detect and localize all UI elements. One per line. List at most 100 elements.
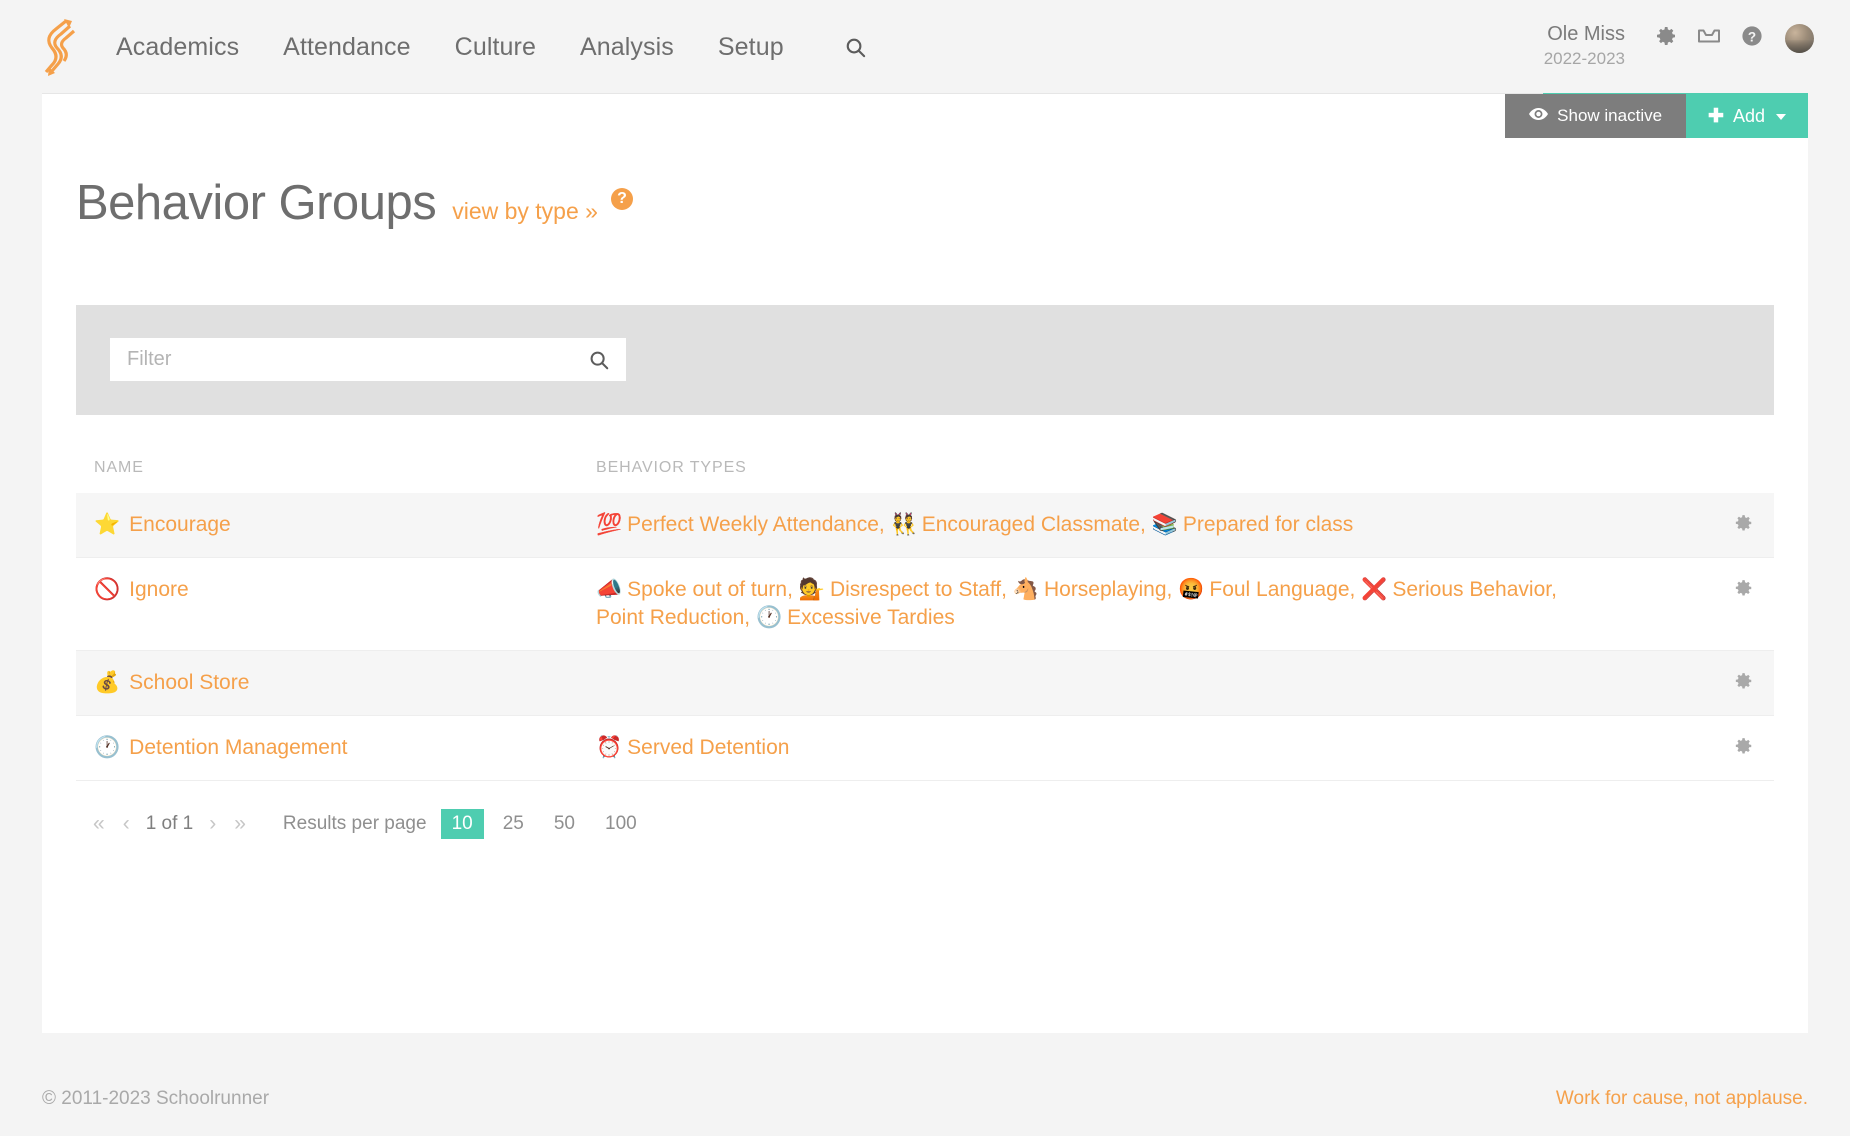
app-root: Academics Attendance Culture Analysis Se… (0, 0, 1850, 1136)
plus-icon: ✚ (1708, 105, 1724, 128)
page-title: Behavior Groups (76, 179, 436, 228)
nav-link-academics[interactable]: Academics (116, 33, 261, 62)
pagination: « ‹ 1 of 1 › » Results per page 10 25 50 10… (76, 781, 1774, 839)
list-separator: , (1551, 578, 1557, 601)
results-per-page-option[interactable]: 10 (441, 809, 484, 839)
group-emoji-icon: ⭐ (94, 511, 120, 539)
behavior-type-label: Prepared for class (1183, 513, 1353, 536)
gear-icon[interactable] (1732, 735, 1754, 757)
list-separator: , (1001, 578, 1013, 601)
behavior-type-label: Foul Language (1209, 578, 1349, 601)
nav-right-cluster: Ole Miss 2022-2023 ? (1544, 16, 1814, 70)
school-name: Ole Miss (1544, 22, 1625, 46)
eye-icon (1529, 106, 1548, 126)
table-row: 🚫 Ignore 📣Spoke out of turn, 💁Disrespect t… (76, 558, 1774, 650)
top-navigation-bar: Academics Attendance Culture Analysis Se… (0, 0, 1850, 93)
copyright-text: © 2011-2023 Schoolrunner (42, 1088, 269, 1110)
list-separator: , (1350, 578, 1362, 601)
filter-bar (76, 305, 1774, 415)
list-separator: , (787, 578, 799, 601)
table-row: 💰 School Store (76, 651, 1774, 715)
search-icon[interactable] (844, 36, 867, 59)
pagination-last[interactable]: » (225, 813, 255, 834)
gear-icon[interactable] (1732, 577, 1754, 599)
gear-icon[interactable] (1732, 670, 1754, 692)
add-button[interactable]: ✚ Add (1686, 94, 1808, 138)
cell-group-name: 💰 School Store (76, 669, 596, 697)
group-emoji-icon: 💰 (94, 669, 120, 697)
behavior-type-emoji-icon: 🐴 (1013, 578, 1039, 601)
behavior-type-link[interactable]: 💯Perfect Weekly Attendance (596, 513, 879, 536)
gear-icon[interactable] (1654, 24, 1678, 48)
results-per-page-label: Results per page (283, 813, 427, 835)
behavior-groups-table: NAME BEHAVIOR TYPES ⭐Encourage💯Perfect W… (76, 415, 1774, 780)
nav-link-setup[interactable]: Setup (696, 33, 806, 62)
results-per-page-option[interactable]: 100 (594, 809, 648, 839)
search-icon[interactable] (588, 349, 610, 371)
table-row: 🕐 Detention Management ⏰Served Detention (76, 716, 1774, 780)
behavior-type-emoji-icon: 🕐 (756, 606, 782, 629)
behavior-type-emoji-icon: 📣 (596, 578, 622, 601)
pagination-prev[interactable]: ‹ (114, 813, 139, 834)
pagination-status: 1 of 1 (139, 813, 201, 835)
group-name-link[interactable]: Ignore (129, 576, 189, 604)
group-name-link[interactable]: School Store (129, 669, 249, 697)
behavior-type-label: Encouraged Classmate (922, 513, 1140, 536)
behavior-type-label: Horseplaying (1044, 578, 1167, 601)
pagination-next[interactable]: › (200, 813, 225, 834)
page-footer: © 2011-2023 Schoolrunner Work for cause,… (0, 1033, 1850, 1129)
behavior-type-link[interactable]: ❌Serious Behavior (1361, 578, 1551, 601)
list-separator: , (1167, 578, 1179, 601)
cell-behavior-types: ⏰Served Detention (596, 734, 1774, 762)
behavior-type-link[interactable]: ⏰Served Detention (596, 736, 789, 759)
behavior-type-link[interactable]: 🕐Excessive Tardies (756, 606, 955, 629)
content-panel: Show inactive ✚ Add Behavior Groups view… (42, 93, 1808, 1033)
behavior-type-link[interactable]: 📚Prepared for class (1152, 513, 1354, 536)
nav-link-culture[interactable]: Culture (433, 33, 558, 62)
behavior-type-emoji-icon: 💁 (799, 578, 825, 601)
behavior-type-label: Spoke out of turn (627, 578, 787, 601)
behavior-type-link[interactable]: Point Reduction (596, 606, 744, 629)
view-by-type-link[interactable]: view by type » (452, 198, 598, 225)
nav-link-analysis[interactable]: Analysis (558, 33, 696, 62)
behavior-type-link[interactable]: 💁Disrespect to Staff (799, 578, 1001, 601)
behavior-type-label: Perfect Weekly Attendance (627, 513, 879, 536)
tagline-text: Work for cause, not applause. (1556, 1088, 1808, 1110)
list-separator: , (879, 513, 891, 536)
behavior-type-link[interactable]: 🤬Foul Language (1178, 578, 1349, 601)
results-per-page-option[interactable]: 50 (543, 809, 586, 839)
show-inactive-button[interactable]: Show inactive (1505, 94, 1686, 138)
results-per-page-option[interactable]: 25 (492, 809, 535, 839)
gear-icon[interactable] (1732, 512, 1754, 534)
behavior-type-label: Serious Behavior (1392, 578, 1551, 601)
inbox-icon[interactable] (1696, 24, 1722, 48)
pagination-first[interactable]: « (84, 813, 114, 834)
behavior-type-label: Disrespect to Staff (830, 578, 1001, 601)
behavior-type-link[interactable]: 🐴Horseplaying (1013, 578, 1167, 601)
help-icon[interactable]: ? (1740, 24, 1764, 48)
behavior-type-link[interactable]: 👯Encouraged Classmate (891, 513, 1140, 536)
group-name-link[interactable]: Encourage (129, 511, 231, 539)
behavior-type-label: Excessive Tardies (787, 606, 955, 629)
behavior-type-label: Point Reduction (596, 606, 744, 629)
cell-group-name: 🕐 Detention Management (76, 734, 596, 762)
nav-link-attendance[interactable]: Attendance (261, 33, 433, 62)
filter-input-wrapper (110, 338, 626, 381)
column-header-behavior-types: BEHAVIOR TYPES (596, 459, 1774, 477)
help-icon[interactable]: ? (611, 188, 633, 210)
schoolrunner-logo-icon[interactable] (36, 15, 94, 79)
behavior-type-emoji-icon: ❌ (1361, 578, 1387, 601)
group-emoji-icon: 🕐 (94, 734, 120, 762)
main-menu: Academics Attendance Culture Analysis Se… (116, 33, 867, 62)
behavior-type-emoji-icon: 🤬 (1178, 578, 1204, 601)
cell-behavior-types: 💯Perfect Weekly Attendance, 👯Encouraged … (596, 511, 1774, 539)
behavior-type-emoji-icon: 📚 (1152, 513, 1178, 536)
svg-text:?: ? (1748, 29, 1756, 44)
group-name-link[interactable]: Detention Management (129, 734, 347, 762)
avatar[interactable] (1785, 24, 1814, 53)
table-row: ⭐ Encourage 💯Perfect Weekly Attendance, 👯E… (76, 493, 1774, 557)
group-emoji-icon: 🚫 (94, 576, 120, 604)
school-year: 2022-2023 (1544, 48, 1625, 70)
behavior-type-link[interactable]: 📣Spoke out of turn (596, 578, 787, 601)
filter-input[interactable] (110, 338, 626, 381)
